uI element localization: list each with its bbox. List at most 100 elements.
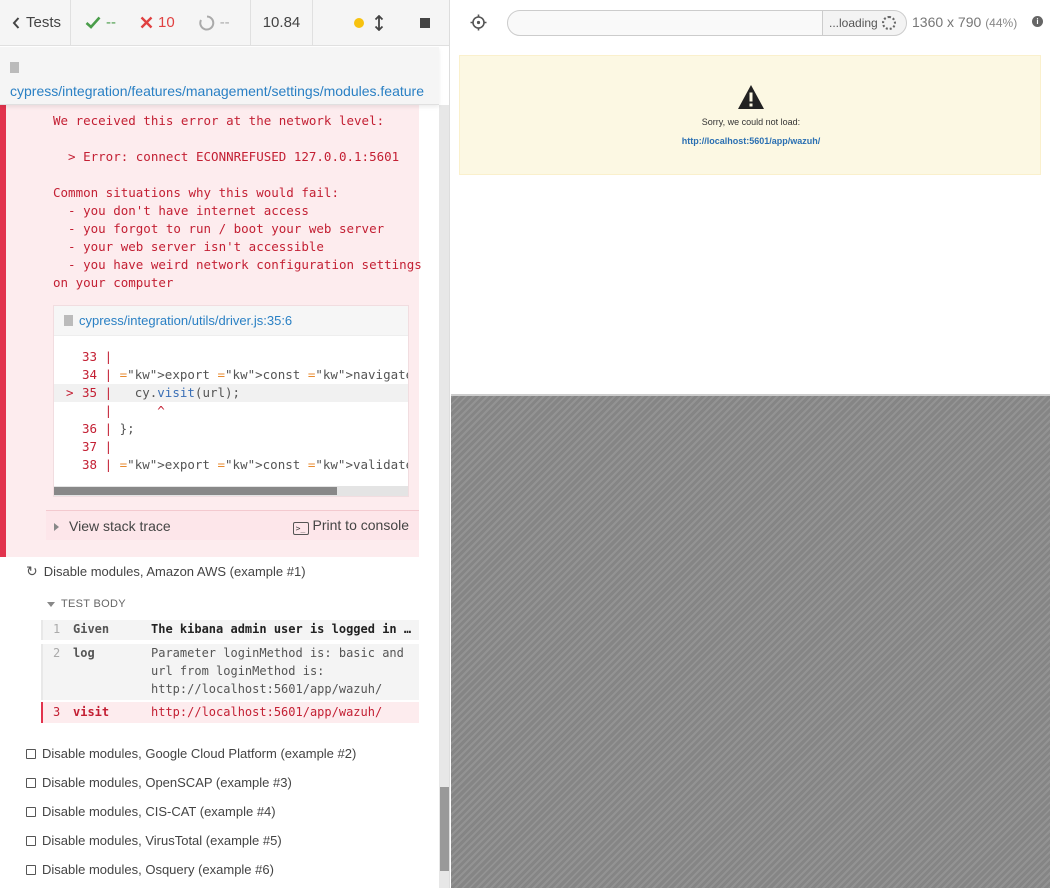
code-line-marker: > bbox=[66, 385, 82, 400]
pending-circle-icon bbox=[199, 15, 214, 30]
failed-value: 10 bbox=[158, 14, 175, 31]
test-item[interactable]: Disable modules, VirusTotal (example #5) bbox=[26, 833, 282, 848]
code-line-marker bbox=[66, 421, 81, 436]
error-line: ​ bbox=[53, 130, 433, 148]
x-icon bbox=[140, 16, 153, 29]
error-line: ​ bbox=[53, 166, 433, 184]
file-icon bbox=[10, 62, 19, 73]
code-line-number: 38 bbox=[82, 457, 98, 472]
test-item[interactable]: Disable modules, Google Cloud Platform (… bbox=[26, 746, 356, 761]
command-name: log bbox=[73, 646, 95, 660]
print-to-console-label: Print to console bbox=[312, 516, 410, 533]
chevron-left-icon bbox=[12, 16, 20, 29]
command-number: 2 bbox=[53, 646, 61, 660]
code-line: 37 | bbox=[54, 438, 408, 456]
running-indicator-icon bbox=[354, 17, 364, 28]
error-line: > Error: connect ECONNREFUSED 127.0.0.1:… bbox=[53, 149, 400, 164]
command-row-failed[interactable]: 3 visit http://localhost:5601/app/wazuh/ bbox=[41, 702, 419, 723]
test-item[interactable]: Disable modules, OpenSCAP (example #3) bbox=[26, 775, 292, 790]
code-gutter-separator: | bbox=[97, 385, 120, 400]
reporter-scrollbar[interactable] bbox=[439, 105, 449, 888]
warning-message: Sorry, we could not load: bbox=[701, 117, 801, 127]
pending-square-icon bbox=[26, 835, 36, 846]
code-line-text: ="kw">export ="kw">const ="kw">validateU… bbox=[119, 457, 408, 472]
code-line-text: ^ bbox=[157, 403, 165, 418]
test-item[interactable]: Disable modules, Osquery (example #6) bbox=[26, 862, 274, 877]
code-line-number: 34 bbox=[82, 367, 98, 382]
test-body-toggle[interactable]: TEST BODY bbox=[47, 598, 126, 610]
passed-count[interactable]: -- bbox=[85, 14, 116, 31]
retry-icon: ↻ bbox=[26, 563, 38, 579]
code-line-text: }; bbox=[119, 421, 135, 436]
code-line: | ^ bbox=[54, 402, 408, 420]
command-row[interactable]: 1 Given The kibana admin user is logged … bbox=[41, 620, 419, 640]
reporter-scroll-thumb[interactable] bbox=[440, 787, 449, 871]
command-name: Given bbox=[73, 622, 110, 636]
command-message: The kibana admin user is logged in … bbox=[151, 622, 412, 636]
selector-playground-crosshair-icon[interactable] bbox=[470, 14, 487, 31]
code-horizontal-scrollbar[interactable] bbox=[54, 486, 408, 496]
command-name: visit bbox=[73, 705, 110, 719]
command-number: 3 bbox=[53, 705, 61, 719]
code-line: 33 | bbox=[54, 348, 408, 366]
code-gutter-separator: | bbox=[97, 403, 120, 418]
code-scroll-thumb[interactable] bbox=[54, 487, 337, 495]
error-line: - your web server isn't accessible bbox=[53, 239, 324, 254]
warning-url-link[interactable]: http://localhost:5601/app/wazuh/ bbox=[460, 136, 1042, 146]
stop-icon[interactable] bbox=[420, 17, 430, 28]
command-message: http://localhost:5601/app/wazuh/ bbox=[151, 705, 383, 719]
file-icon bbox=[64, 315, 73, 326]
error-footer: View stack trace >_ Print to console bbox=[46, 510, 419, 540]
view-stack-trace-toggle[interactable]: View stack trace bbox=[54, 518, 171, 534]
spec-file-bar[interactable]: cypress/integration/features/management/… bbox=[0, 47, 439, 105]
cypress-runner: Tests -- 10 -- 10.84 cypress/integration… bbox=[0, 0, 1050, 888]
test-title-text: Disable modules, OpenSCAP (example #3) bbox=[42, 775, 292, 790]
tests-button[interactable]: Tests bbox=[0, 0, 71, 46]
test-title-text: Disable modules, Google Cloud Platform (… bbox=[42, 746, 357, 761]
caret-right-icon bbox=[54, 522, 59, 531]
loading-indicator: ...loading bbox=[822, 10, 907, 36]
reporter-panel: Tests -- 10 -- 10.84 cypress/integration… bbox=[0, 0, 450, 888]
command-number: 1 bbox=[53, 622, 61, 636]
viewport-info[interactable]: 1360 x 790 (44%) bbox=[912, 14, 1017, 30]
pending-count[interactable]: -- bbox=[199, 14, 230, 31]
caret-down-icon bbox=[47, 601, 55, 607]
code-frame-file: cypress/integration/utils/driver.js:35:6 bbox=[79, 313, 293, 328]
pending-square-icon bbox=[26, 748, 36, 759]
test-body-label: TEST BODY bbox=[61, 598, 126, 610]
test-title-text: Disable modules, Osquery (example #6) bbox=[42, 862, 274, 877]
test-title-text: Disable modules, VirusTotal (example #5) bbox=[42, 833, 282, 848]
error-line: - you don't have internet access bbox=[53, 203, 309, 218]
failed-count[interactable]: 10 bbox=[140, 14, 175, 31]
loading-label: ...loading bbox=[829, 16, 878, 30]
code-line-text: ="kw">export ="kw">const ="kw">navigate … bbox=[119, 367, 409, 382]
error-line: - you forgot to run / boot your web serv… bbox=[53, 221, 385, 236]
code-frame: cypress/integration/utils/driver.js:35:6… bbox=[53, 305, 409, 497]
code-line-number: 33 bbox=[82, 349, 98, 364]
test-title-text: Disable modules, CIS-CAT (example #4) bbox=[42, 804, 276, 819]
test-current[interactable]: ↻ Disable modules, Amazon AWS (example #… bbox=[26, 563, 306, 580]
duration: 10.84 bbox=[251, 0, 313, 46]
stats-bar: Tests -- 10 -- 10.84 bbox=[0, 0, 449, 46]
code-line-marker bbox=[66, 349, 81, 364]
command-row[interactable]: 2 log Parameter loginMethod is: basic an… bbox=[41, 644, 419, 700]
load-error-warning: Sorry, we could not load: http://localho… bbox=[459, 55, 1041, 175]
command-message: Parameter loginMethod is: basic and url … bbox=[151, 646, 412, 696]
code-line: 36 | }; bbox=[54, 420, 408, 438]
terminal-icon: >_ bbox=[292, 521, 309, 535]
print-to-console-button[interactable]: >_ Print to console bbox=[292, 516, 410, 535]
viewport-size: 1360 x 790 bbox=[912, 14, 982, 30]
info-icon[interactable]: i bbox=[1032, 16, 1043, 27]
code-frame-file-link[interactable]: cypress/integration/utils/driver.js:35:6 bbox=[54, 306, 408, 336]
code-gutter-separator: | bbox=[97, 367, 120, 382]
code-gutter-separator: | bbox=[97, 457, 120, 472]
warning-triangle-icon bbox=[738, 85, 764, 109]
test-item[interactable]: Disable modules, CIS-CAT (example #4) bbox=[26, 804, 276, 819]
url-input[interactable] bbox=[507, 10, 823, 36]
view-stack-trace-label: View stack trace bbox=[69, 517, 171, 534]
auto-scroll-icon[interactable] bbox=[374, 14, 384, 31]
code-line-number: 35 bbox=[82, 385, 98, 400]
code-line: > 35 | cy.visit(url); bbox=[54, 384, 408, 402]
pending-square-icon bbox=[26, 806, 36, 817]
run-controls bbox=[313, 0, 449, 46]
